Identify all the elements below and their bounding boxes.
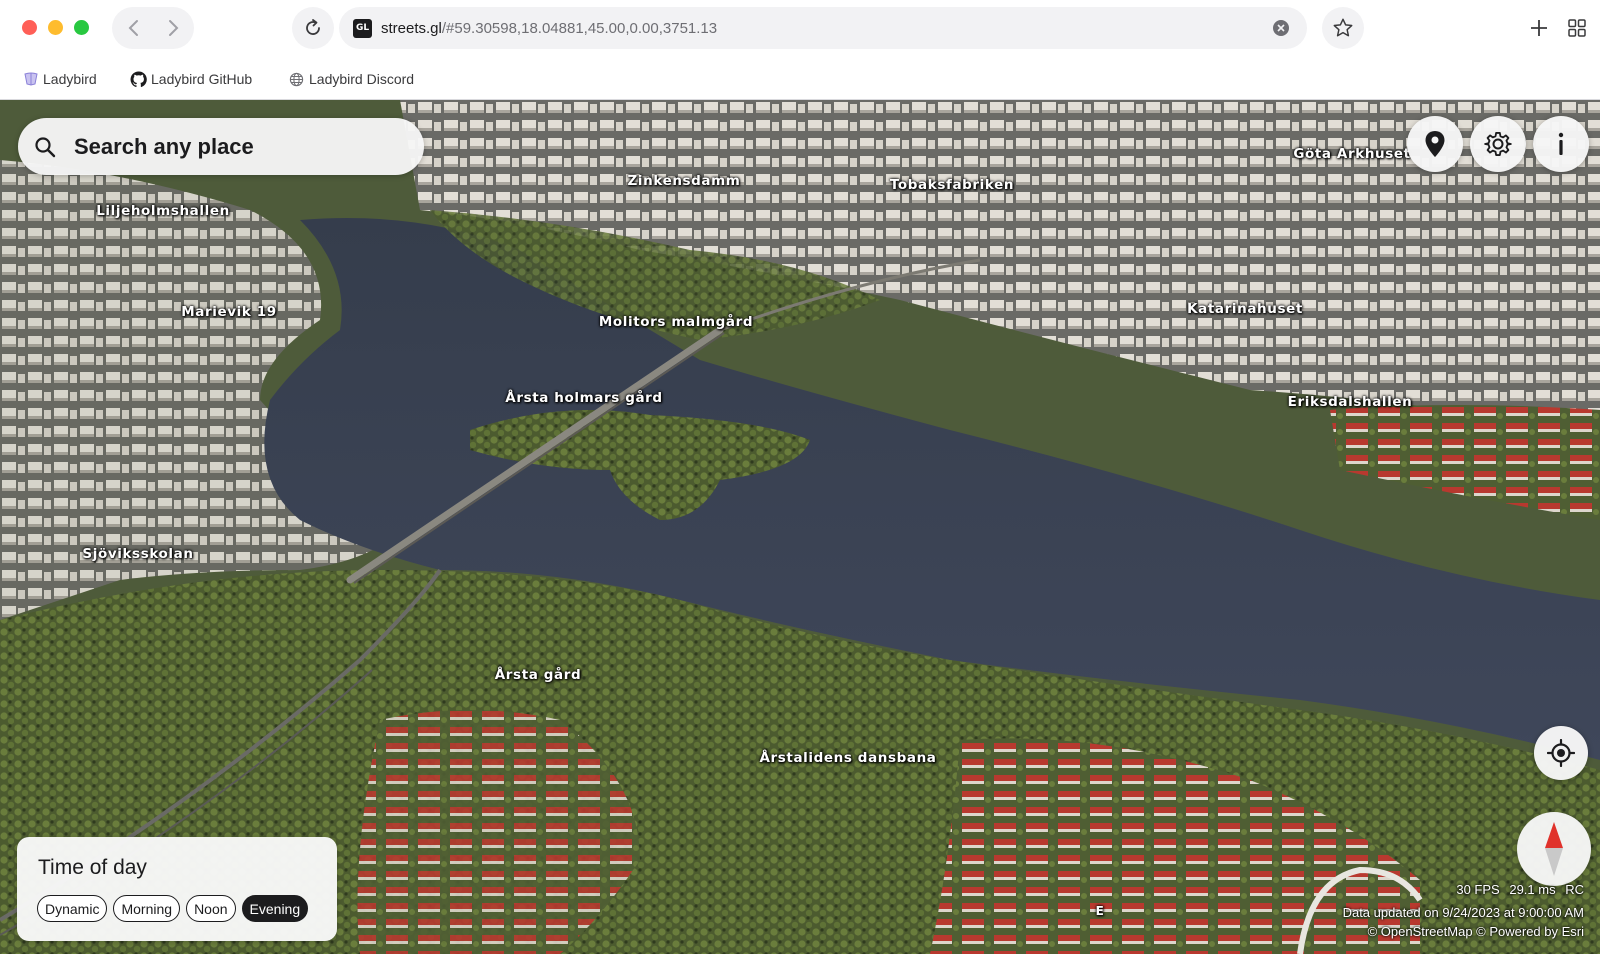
map-canvas[interactable] — [0, 100, 1600, 954]
address-bar[interactable]: GL streets.gl/#59.30598,18.04881,45.00,0… — [339, 7, 1307, 49]
chevron-right-icon — [168, 20, 178, 36]
compass-button[interactable] — [1517, 812, 1591, 886]
info-icon — [1558, 132, 1564, 155]
compass-icon — [1545, 822, 1563, 876]
star-icon — [1333, 18, 1353, 37]
history-nav — [112, 7, 194, 49]
bookmark-star-button[interactable] — [1322, 7, 1364, 49]
map-label[interactable]: Molitors malmgård — [599, 314, 753, 330]
close-icon — [1277, 24, 1285, 32]
locate-me-button[interactable] — [1534, 726, 1588, 780]
gear-icon — [1484, 132, 1512, 156]
bookmark-ladybird[interactable]: Ladybird — [22, 68, 97, 90]
map-label[interactable]: Marievik 19 — [181, 304, 276, 320]
ladybird-icon — [22, 71, 39, 88]
map-label[interactable]: Eriksdalshallen — [1288, 394, 1413, 410]
frametime-readout: 29.1 ms — [1509, 882, 1556, 897]
reload-button[interactable] — [292, 7, 334, 49]
map-label[interactable]: Årsta gård — [495, 667, 582, 683]
map-label[interactable]: E — [1096, 904, 1105, 918]
map-label[interactable]: Sjöviksskolan — [82, 546, 193, 562]
clear-url-button[interactable] — [1273, 20, 1289, 36]
back-button[interactable] — [112, 7, 153, 49]
location-button[interactable] — [1407, 116, 1463, 172]
url-host: streets.gl — [381, 19, 442, 37]
map-viewport[interactable]: Liljeholmshallen Zinkensdamm Tobaksfabri… — [0, 100, 1600, 954]
tab-overview-button[interactable] — [1556, 7, 1598, 49]
time-option-noon[interactable]: Noon — [186, 895, 236, 922]
map-label[interactable]: Göta Arkhuset — [1293, 146, 1410, 162]
map-label[interactable]: Årsta holmars gård — [505, 390, 662, 406]
time-option-morning[interactable]: Morning — [113, 895, 181, 922]
time-of-day-options: Dynamic Morning Noon Evening — [37, 895, 309, 922]
github-icon — [130, 71, 147, 88]
data-updated-text: Data updated on 9/24/2023 at 9:00:00 AM — [1342, 905, 1584, 920]
new-tab-button[interactable] — [1518, 7, 1560, 49]
maximize-window-button[interactable] — [74, 20, 89, 35]
bookmark-ladybird-discord[interactable]: Ladybird Discord — [288, 68, 414, 90]
browser-titlebar: GL streets.gl/#59.30598,18.04881,45.00,0… — [0, 0, 1600, 58]
map-label[interactable]: Årstalidens dansbana — [759, 750, 936, 766]
map-label[interactable]: Zinkensdamm — [628, 173, 741, 189]
map-attribution[interactable]: © OpenStreetMap © Powered by Esri — [1368, 924, 1584, 939]
map-label[interactable]: Tobaksfabriken — [890, 177, 1014, 193]
bookmark-ladybird-github[interactable]: Ladybird GitHub — [130, 68, 252, 90]
reload-icon — [306, 19, 320, 35]
map-label[interactable]: Liljeholmshallen — [96, 203, 230, 219]
close-window-button[interactable] — [22, 20, 37, 35]
chevron-left-icon — [128, 20, 138, 36]
globe-icon — [288, 71, 305, 88]
time-option-evening[interactable]: Evening — [241, 895, 309, 922]
fps-readout: 30 FPS — [1456, 882, 1500, 897]
bookmarks-bar: Ladybird Ladybird GitHub Ladybird Discor… — [0, 58, 1600, 100]
map-pin-icon — [1425, 131, 1445, 157]
rc-readout: RC — [1565, 882, 1584, 897]
time-option-dynamic[interactable]: Dynamic — [37, 895, 108, 922]
render-stats: 30 FPS 29.1 ms RC — [1456, 882, 1584, 897]
plus-icon — [1531, 20, 1547, 36]
search-icon — [35, 136, 56, 157]
minimize-window-button[interactable] — [48, 20, 63, 35]
forward-button[interactable] — [153, 7, 194, 49]
url-path: /#59.30598,18.04881,45.00,0.00,3751.13 — [441, 19, 718, 37]
search-box[interactable] — [18, 118, 424, 175]
site-favicon: GL — [353, 18, 372, 38]
crosshair-icon — [1547, 739, 1575, 767]
settings-button[interactable] — [1470, 116, 1526, 172]
grid-icon — [1568, 19, 1586, 37]
info-button[interactable] — [1533, 116, 1589, 172]
search-input[interactable] — [74, 133, 374, 160]
map-label[interactable]: Katarinahuset — [1187, 301, 1303, 317]
time-of-day-panel: Time of day Dynamic Morning Noon Evening — [17, 837, 337, 941]
time-of-day-title: Time of day — [38, 856, 147, 879]
